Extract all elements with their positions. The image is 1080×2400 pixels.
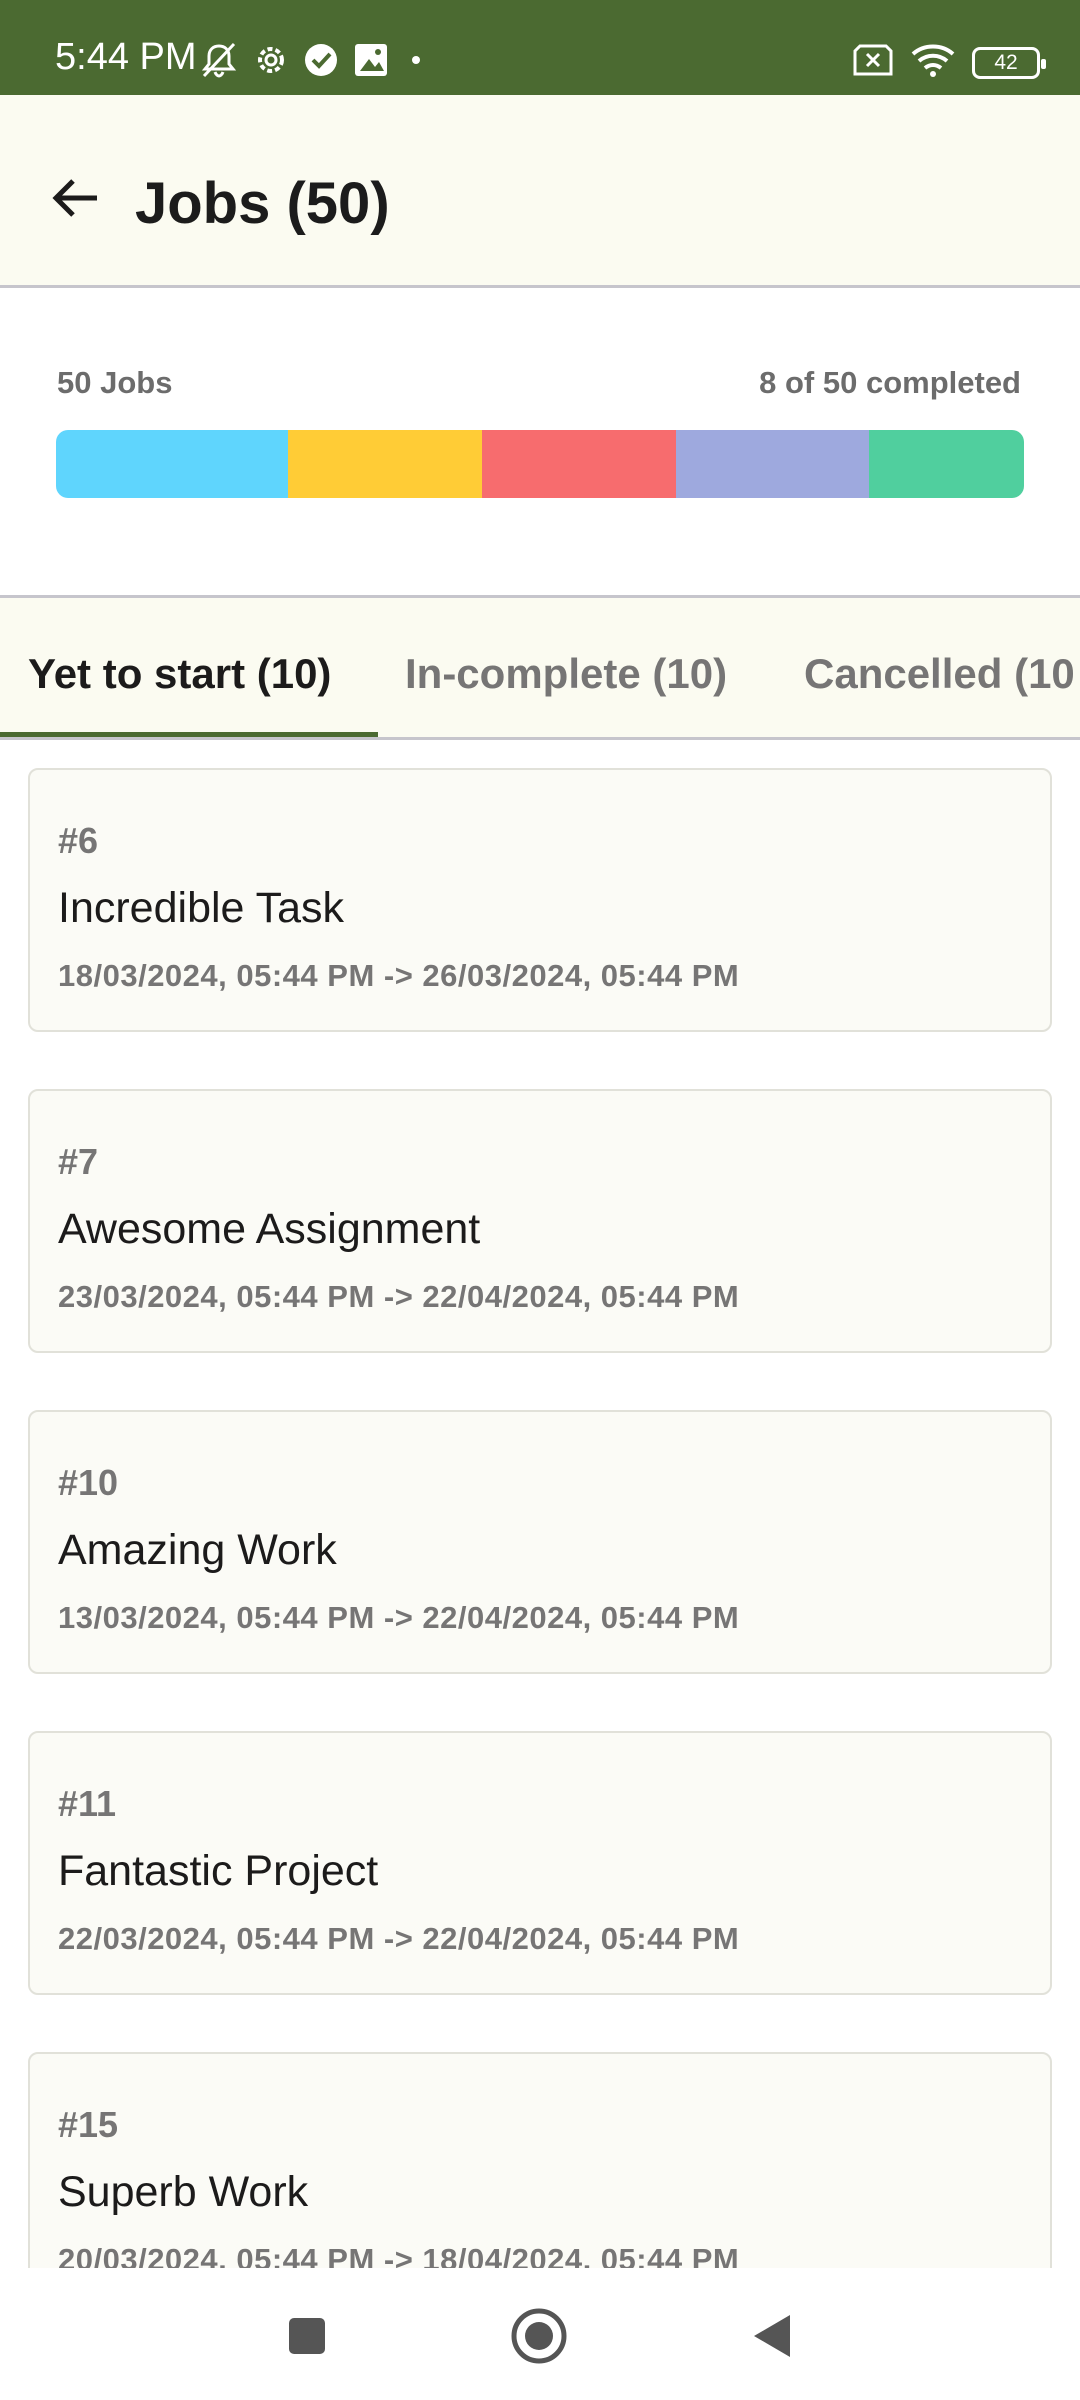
wifi-icon — [910, 42, 956, 83]
back-triangle-icon — [754, 2315, 790, 2357]
back-button[interactable] — [40, 163, 110, 233]
job-card[interactable]: #15 Superb Work 20/03/2024, 05:44 PM -> … — [28, 2052, 1052, 2268]
job-number: #6 — [58, 820, 99, 861]
job-title: Awesome Assignment — [58, 1205, 481, 1253]
job-dates: 20/03/2024, 05:44 PM -> 18/04/2024, 05:4… — [58, 2242, 740, 2268]
home-button[interactable] — [509, 2306, 569, 2366]
home-circle-icon — [511, 2308, 567, 2364]
status-icons-right: 42 — [852, 42, 1046, 83]
settings-icon — [252, 41, 290, 79]
tab-cancelled[interactable]: Cancelled (10 — [804, 650, 1075, 698]
job-card[interactable]: #10 Amazing Work 13/03/2024, 05:44 PM ->… — [28, 1410, 1052, 1674]
notification-dot-icon — [412, 56, 420, 64]
job-number: #11 — [58, 1783, 117, 1824]
system-nav-bar — [0, 2268, 1080, 2400]
tab-in-complete[interactable]: In-complete (10) — [405, 650, 727, 698]
status-icons-left — [198, 40, 420, 80]
recents-button[interactable] — [277, 2306, 337, 2366]
status-progress-bar — [56, 430, 1024, 498]
check-circle-icon — [302, 41, 340, 79]
total-jobs-label: 50 Jobs — [57, 365, 173, 400]
recents-square-icon — [289, 2318, 325, 2354]
job-title: Superb Work — [58, 2168, 309, 2216]
image-icon — [352, 41, 390, 79]
back-arrow-icon — [52, 179, 97, 217]
status-tabs: Yet to start (10) In-complete (10) Cance… — [0, 598, 1080, 740]
job-title: Amazing Work — [58, 1526, 337, 1574]
no-sim-icon — [852, 43, 894, 82]
active-tab-indicator — [0, 732, 378, 737]
completed-label: 8 of 50 completed — [759, 365, 1021, 400]
job-card[interactable]: #7 Awesome Assignment 23/03/2024, 05:44 … — [28, 1089, 1052, 1353]
progress-segment-5 — [869, 430, 1024, 498]
page-title: Jobs (50) — [135, 171, 390, 236]
job-card[interactable]: #11 Fantastic Project 22/03/2024, 05:44 … — [28, 1731, 1052, 1995]
job-title: Fantastic Project — [58, 1847, 379, 1895]
job-title: Incredible Task — [58, 884, 345, 932]
progress-segment-3 — [481, 430, 676, 498]
tab-yet-to-start[interactable]: Yet to start (10) — [28, 650, 331, 698]
progress-segment-4 — [675, 430, 870, 498]
status-bar: 5:44 PM 42 — [0, 0, 1080, 95]
jobs-summary: 50 Jobs 8 of 50 completed — [0, 288, 1080, 598]
job-number: #15 — [58, 2104, 119, 2145]
job-dates: 18/03/2024, 05:44 PM -> 26/03/2024, 05:4… — [58, 958, 740, 993]
job-dates: 13/03/2024, 05:44 PM -> 22/04/2024, 05:4… — [58, 1600, 740, 1635]
job-dates: 22/03/2024, 05:44 PM -> 22/04/2024, 05:4… — [58, 1921, 740, 1956]
job-list[interactable]: #6 Incredible Task 18/03/2024, 05:44 PM … — [0, 740, 1080, 2268]
job-card[interactable]: #6 Incredible Task 18/03/2024, 05:44 PM … — [28, 768, 1052, 1032]
mute-icon — [198, 40, 240, 80]
job-number: #7 — [58, 1141, 99, 1182]
progress-segment-2 — [288, 430, 482, 498]
progress-segment-1 — [56, 430, 289, 498]
app-bar: Jobs (50) — [0, 95, 1080, 288]
battery-icon: 42 — [972, 46, 1046, 79]
job-number: #10 — [58, 1462, 119, 1503]
job-dates: 23/03/2024, 05:44 PM -> 22/04/2024, 05:4… — [58, 1279, 740, 1314]
system-back-button[interactable] — [742, 2306, 802, 2366]
status-time: 5:44 PM — [55, 36, 197, 78]
battery-level: 42 — [994, 51, 1018, 74]
